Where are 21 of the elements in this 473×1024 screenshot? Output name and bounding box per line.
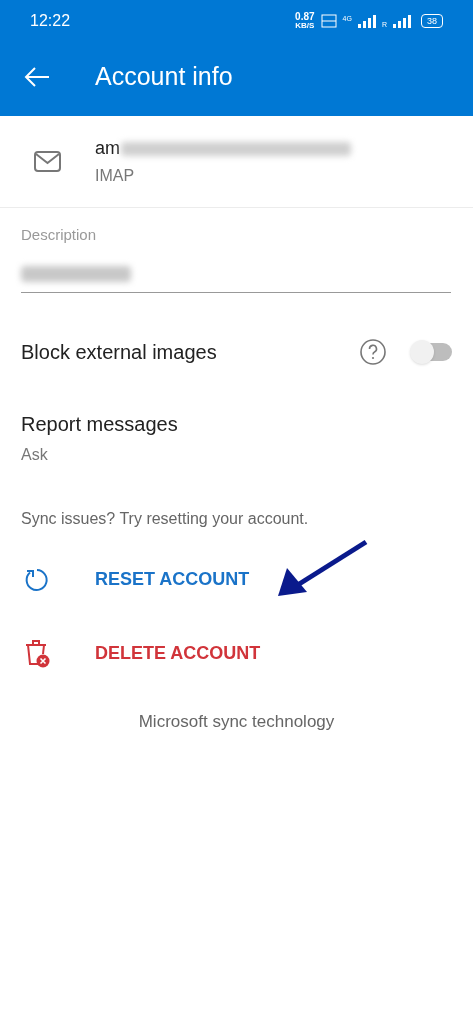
setting-label[interactable]: Report messages: [21, 408, 452, 439]
screen-title: Account info: [95, 61, 233, 93]
toggle-switch[interactable]: [410, 339, 452, 364]
setting-value: Ask: [21, 444, 49, 465]
account-email: am: [95, 137, 120, 160]
battery-indicator: 38: [421, 14, 443, 28]
setting-label: Block external images: [21, 339, 218, 365]
footer-text: Microsoft sync technology: [138, 710, 335, 733]
action-button[interactable]: RESET ACCOUNT: [95, 566, 250, 593]
account-type: IMAP: [95, 166, 136, 186]
status-time: 12:22: [30, 11, 71, 31]
signal-icon: [393, 14, 411, 28]
help-icon[interactable]: [360, 338, 386, 365]
signal-icon: [357, 14, 376, 28]
action-button[interactable]: DELETE ACCOUNT: [95, 640, 261, 667]
sync-hint: Sync issues? Try resetting your account.: [21, 509, 309, 527]
back-arrow-icon: [24, 67, 50, 87]
net-speed-unit: KB/S: [295, 22, 315, 30]
mail-icon: [34, 151, 61, 172]
field-label: Description: [21, 225, 98, 245]
net-speed: 0.87: [295, 12, 315, 22]
